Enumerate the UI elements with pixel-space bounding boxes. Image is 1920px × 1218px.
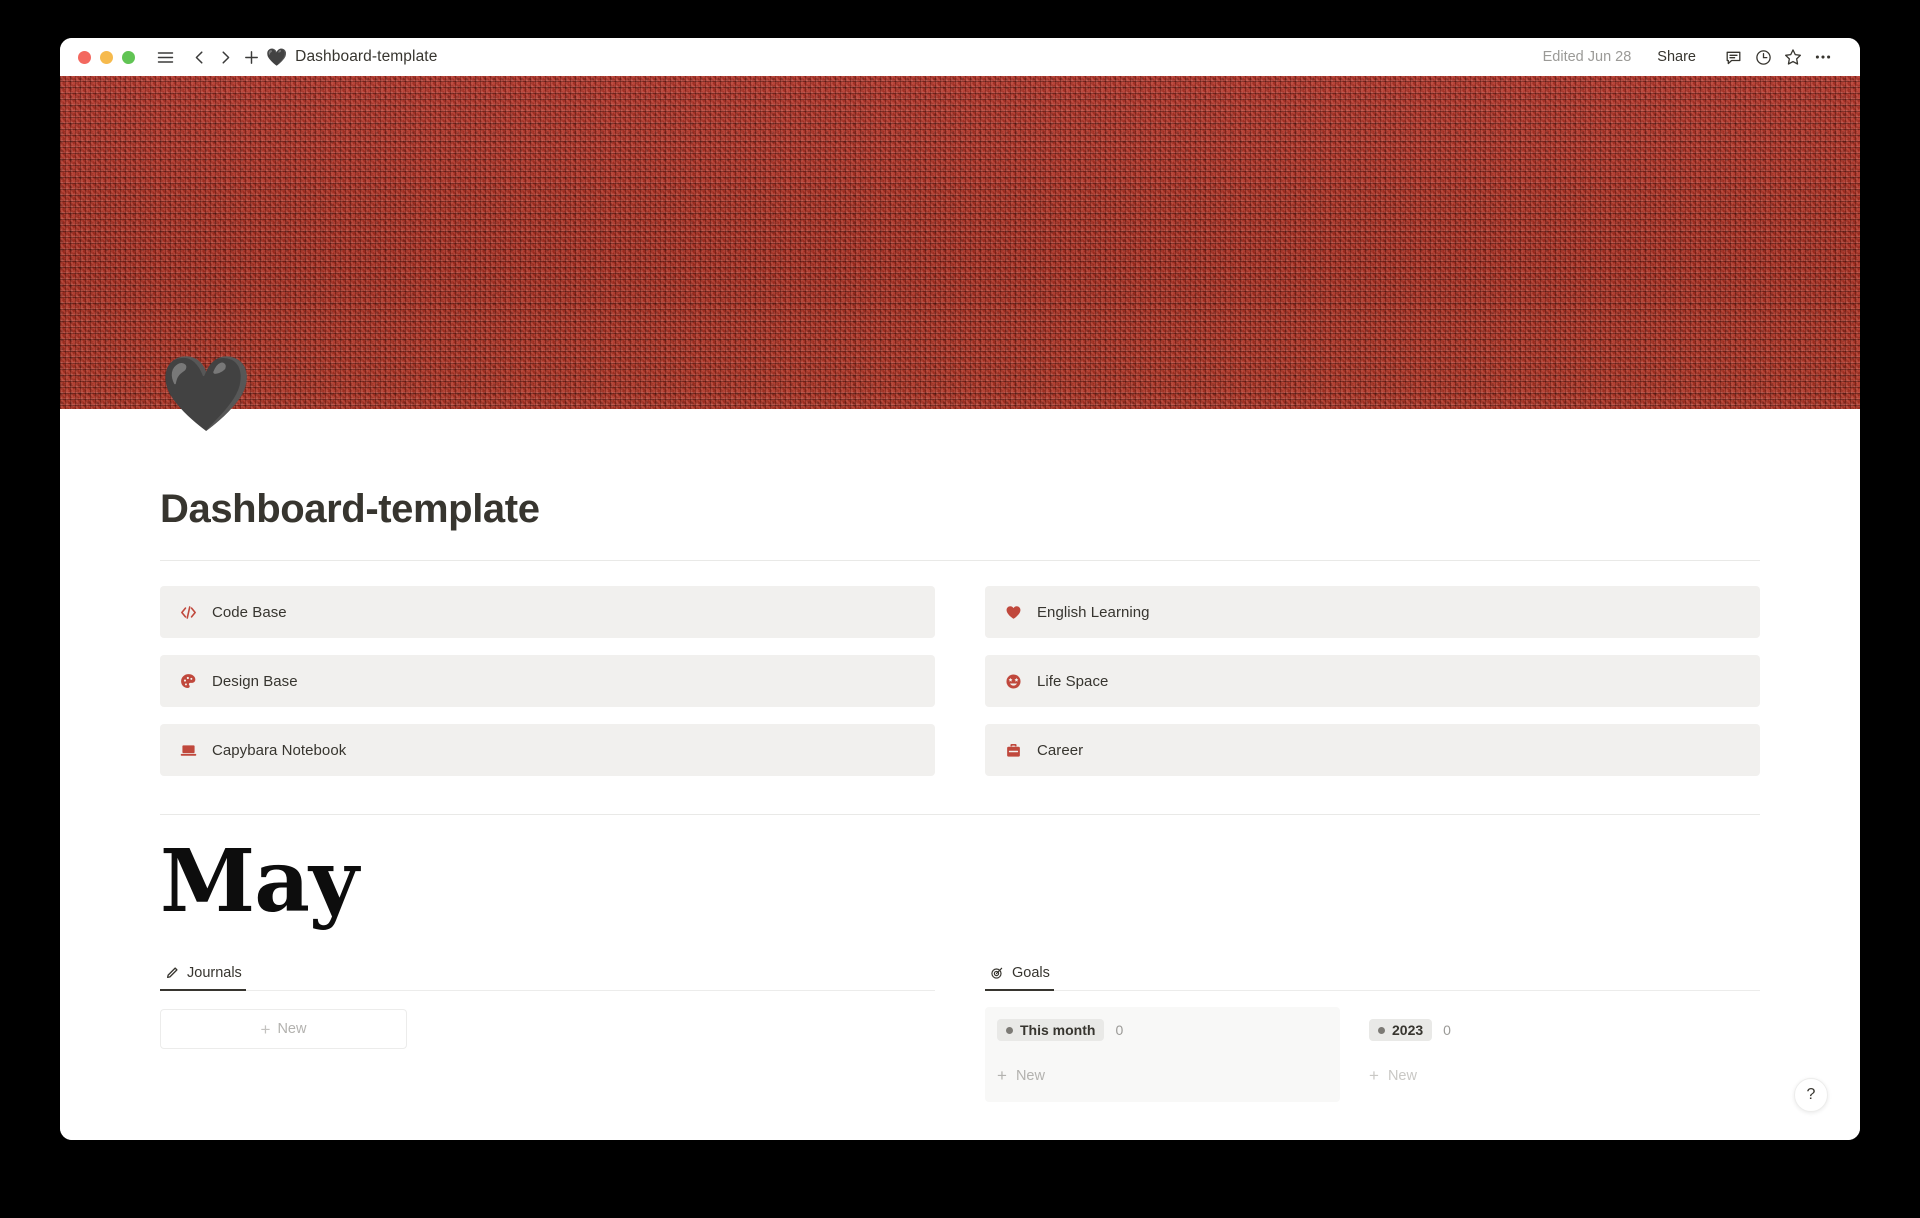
pencil-icon (164, 966, 179, 981)
link-card-label: Design Base (212, 672, 298, 690)
laptop-icon (178, 740, 198, 760)
more-horizontal-icon[interactable] (1808, 42, 1838, 72)
page-content: 🖤 Dashboard-template Code Base Design Ba… (160, 357, 1760, 1103)
goals-group-header: 2023 0 (1367, 1017, 1702, 1042)
month-divider (160, 814, 1760, 815)
journals-section: Journals + New (160, 965, 935, 1102)
titlebar-actions: Edited Jun 28 Share (1543, 42, 1838, 72)
page-icon-emoji[interactable]: 🖤 (160, 357, 252, 431)
heart-icon (1003, 602, 1023, 622)
journals-body: + New (160, 991, 935, 1050)
link-card-life-space[interactable]: Life Space (985, 655, 1760, 707)
target-icon (989, 966, 1004, 981)
link-card-columns: Code Base Design Base Capybara Notebook … (160, 586, 1760, 776)
forward-icon[interactable] (212, 44, 238, 70)
page-body: 🖤 Dashboard-template Code Base Design Ba… (60, 357, 1860, 1140)
edited-timestamp: Edited Jun 28 (1542, 49, 1632, 65)
new-label: New (1015, 1067, 1045, 1084)
plus-icon: + (260, 1019, 271, 1039)
link-card-label: Career (1037, 741, 1084, 759)
month-heading[interactable]: May (160, 836, 1760, 927)
journals-new-button[interactable]: + New (160, 1009, 407, 1050)
goals-section: Goals This month 0 + New 2023 0 + New (985, 965, 1760, 1103)
zoom-window-button[interactable] (122, 50, 135, 64)
goals-group-header: This month 0 (995, 1017, 1330, 1042)
hamburger-icon[interactable] (152, 44, 178, 70)
titlebar: 🖤 Dashboard-template Edited Jun 28 Share (60, 38, 1860, 76)
new-label: New (277, 1021, 307, 1038)
group-count: 0 (1443, 1022, 1451, 1039)
group-count: 0 (1115, 1022, 1124, 1039)
link-card-english-learning[interactable]: English Learning (985, 586, 1760, 638)
clock-icon[interactable] (1748, 42, 1778, 72)
right-link-column: English Learning Life Space Career (985, 586, 1760, 776)
plus-icon[interactable] (238, 44, 264, 70)
close-window-button[interactable] (78, 50, 91, 64)
title-divider (160, 560, 1760, 561)
journals-tabstrip: Journals (160, 965, 935, 992)
goals-board: This month 0 + New 2023 0 + New (985, 991, 1760, 1103)
page-cover-image[interactable] (60, 76, 1860, 409)
tab-journals[interactable]: Journals (160, 965, 246, 992)
tab-label: Goals (1012, 965, 1050, 982)
link-card-code-base[interactable]: Code Base (160, 586, 935, 638)
briefcase-icon (1003, 740, 1023, 760)
status-badge[interactable]: 2023 (1369, 1019, 1433, 1042)
new-label: New (1387, 1067, 1417, 1084)
status-badge[interactable]: This month (997, 1019, 1105, 1042)
link-card-career[interactable]: Career (985, 724, 1760, 776)
group-name: 2023 (1392, 1022, 1424, 1039)
goals-tabstrip: Goals (985, 965, 1760, 992)
link-card-design-base[interactable]: Design Base (160, 655, 935, 707)
code-icon (178, 602, 198, 622)
window-controls (78, 50, 135, 64)
goals-group-2023: 2023 0 + New (1357, 1007, 1712, 1102)
plus-icon: + (997, 1066, 1007, 1086)
plus-icon: + (1369, 1066, 1379, 1086)
palette-icon (178, 671, 198, 691)
link-card-label: Life Space (1037, 672, 1109, 690)
star-struck-face-icon (1003, 671, 1023, 691)
goals-group-this-month: This month 0 + New (985, 1007, 1340, 1103)
link-card-capybara-notebook[interactable]: Capybara Notebook (160, 724, 935, 776)
status-dot-icon (1378, 1026, 1385, 1034)
share-button[interactable]: Share (1651, 45, 1702, 69)
group-name: This month (1020, 1022, 1096, 1039)
link-card-label: Code Base (212, 603, 287, 621)
status-dot-icon (1006, 1026, 1013, 1034)
page-title[interactable]: Dashboard-template (160, 409, 1760, 532)
help-button[interactable]: ? (1794, 1078, 1828, 1112)
goals-new-button[interactable]: + New (1367, 1067, 1702, 1084)
document-title[interactable]: Dashboard-template (295, 48, 437, 66)
link-card-label: English Learning (1037, 603, 1150, 621)
back-icon[interactable] (186, 44, 212, 70)
tab-goals[interactable]: Goals (985, 965, 1054, 992)
comment-icon[interactable] (1718, 42, 1748, 72)
star-icon[interactable] (1778, 42, 1808, 72)
tabbed-sections: Journals + New Goals This month 0 + New … (160, 965, 1760, 1103)
goals-new-button[interactable]: + New (995, 1067, 1330, 1084)
left-link-column: Code Base Design Base Capybara Notebook (160, 586, 935, 776)
minimize-window-button[interactable] (100, 50, 113, 64)
notion-window: 🖤 Dashboard-template Edited Jun 28 Share (60, 38, 1860, 1140)
tab-label: Journals (187, 965, 242, 982)
link-card-label: Capybara Notebook (212, 741, 347, 759)
document-emoji: 🖤 (266, 47, 288, 67)
